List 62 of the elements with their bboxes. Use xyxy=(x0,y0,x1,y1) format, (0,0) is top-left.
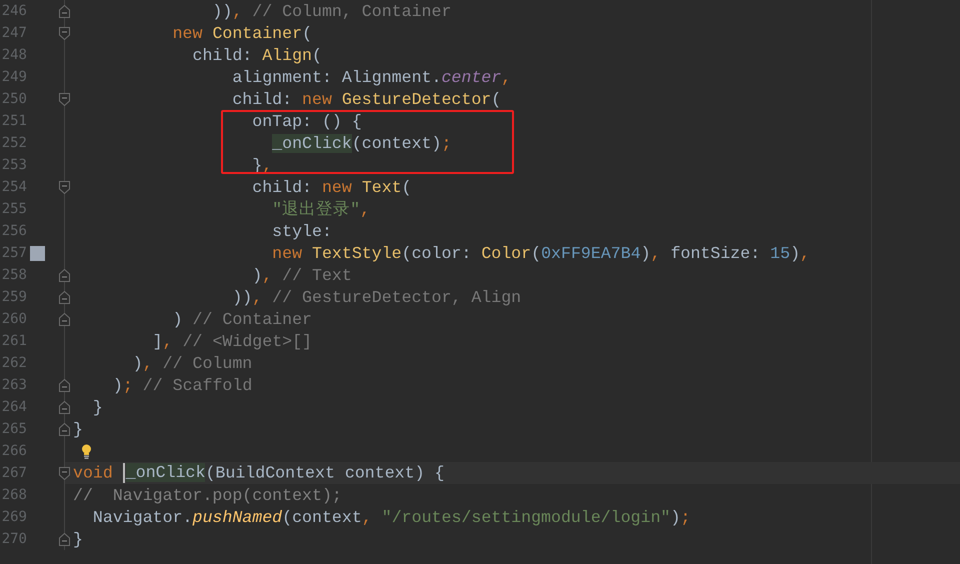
fold-marker-icon[interactable] xyxy=(59,532,70,546)
line-number: 248 xyxy=(0,47,27,63)
fold-marker-icon[interactable] xyxy=(59,180,70,194)
fold-marker-icon[interactable] xyxy=(59,290,70,304)
code-line: Navigator.pushNamed(context, "/routes/settingmodule/login"); xyxy=(92,508,690,526)
color-swatch[interactable] xyxy=(30,246,45,260)
code-line: // Navigator.pop(context); xyxy=(73,486,342,504)
code-line: ), // Column xyxy=(132,354,252,372)
code-line: new TextStyle(color: Color(0xFF9EA7B4), fontSize: 15), xyxy=(272,244,810,262)
code-line: } xyxy=(73,530,83,548)
line-number: 265 xyxy=(0,421,27,437)
fold-marker-icon[interactable] xyxy=(59,378,70,392)
line-number: 250 xyxy=(0,91,27,107)
code-line: } xyxy=(92,398,103,416)
line-number: 258 xyxy=(0,267,27,283)
line-number: 260 xyxy=(0,311,27,327)
code-line: child: Align( xyxy=(192,46,322,64)
code-line: )), // GestureDetector, Align xyxy=(232,288,522,306)
fold-marker-icon[interactable] xyxy=(59,268,70,282)
line-number: 247 xyxy=(0,25,27,41)
fold-marker-icon[interactable] xyxy=(59,400,70,414)
code-line: )), // Column, Container xyxy=(212,2,452,20)
code-line: void _onClick(BuildContext context) { xyxy=(73,463,444,483)
code-line: child: new GestureDetector( xyxy=(232,90,502,108)
line-number: 257 xyxy=(0,245,27,261)
fold-marker-icon[interactable] xyxy=(59,312,70,326)
fold-marker-icon[interactable] xyxy=(59,92,70,106)
line-number: 264 xyxy=(0,399,27,415)
fold-marker-icon[interactable] xyxy=(59,422,70,436)
line-number: 249 xyxy=(0,69,27,85)
line-number: 263 xyxy=(0,377,27,393)
line-number: 267 xyxy=(0,465,27,481)
line-number: 261 xyxy=(0,333,27,349)
code-line: child: new Text( xyxy=(252,178,412,196)
fold-marker-icon[interactable] xyxy=(59,4,70,18)
line-number: 262 xyxy=(0,355,27,371)
code-line: alignment: Alignment.center, xyxy=(232,68,512,86)
code-line: onTap: () { xyxy=(252,112,362,130)
line-number: 246 xyxy=(0,3,27,19)
line-number: 254 xyxy=(0,179,27,195)
line-number: 253 xyxy=(0,157,27,173)
line-number: 252 xyxy=(0,135,27,151)
line-number: 256 xyxy=(0,223,27,239)
line-number: 268 xyxy=(0,487,27,503)
lightbulb-icon[interactable] xyxy=(81,444,92,458)
line-number: 251 xyxy=(0,113,27,129)
code-line: new Container( xyxy=(172,24,312,42)
line-number: 259 xyxy=(0,289,27,305)
line-number: 255 xyxy=(0,201,27,217)
code-line: ) // Container xyxy=(172,310,312,328)
code-line: _onClick(context); xyxy=(272,134,452,152)
code-line: style: xyxy=(272,222,332,240)
code-line: ); // Scaffold xyxy=(112,376,252,394)
line-number: 266 xyxy=(0,443,27,459)
code-line: "退出登录", xyxy=(272,199,370,220)
fold-marker-icon[interactable] xyxy=(59,26,70,40)
line-number: 270 xyxy=(0,531,27,547)
code-line: } xyxy=(73,420,83,438)
code-line: ), // Text xyxy=(252,266,352,284)
fold-marker-icon[interactable] xyxy=(59,466,70,480)
line-number: 269 xyxy=(0,509,27,525)
code-line: ], // <Widget>[] xyxy=(152,332,312,350)
